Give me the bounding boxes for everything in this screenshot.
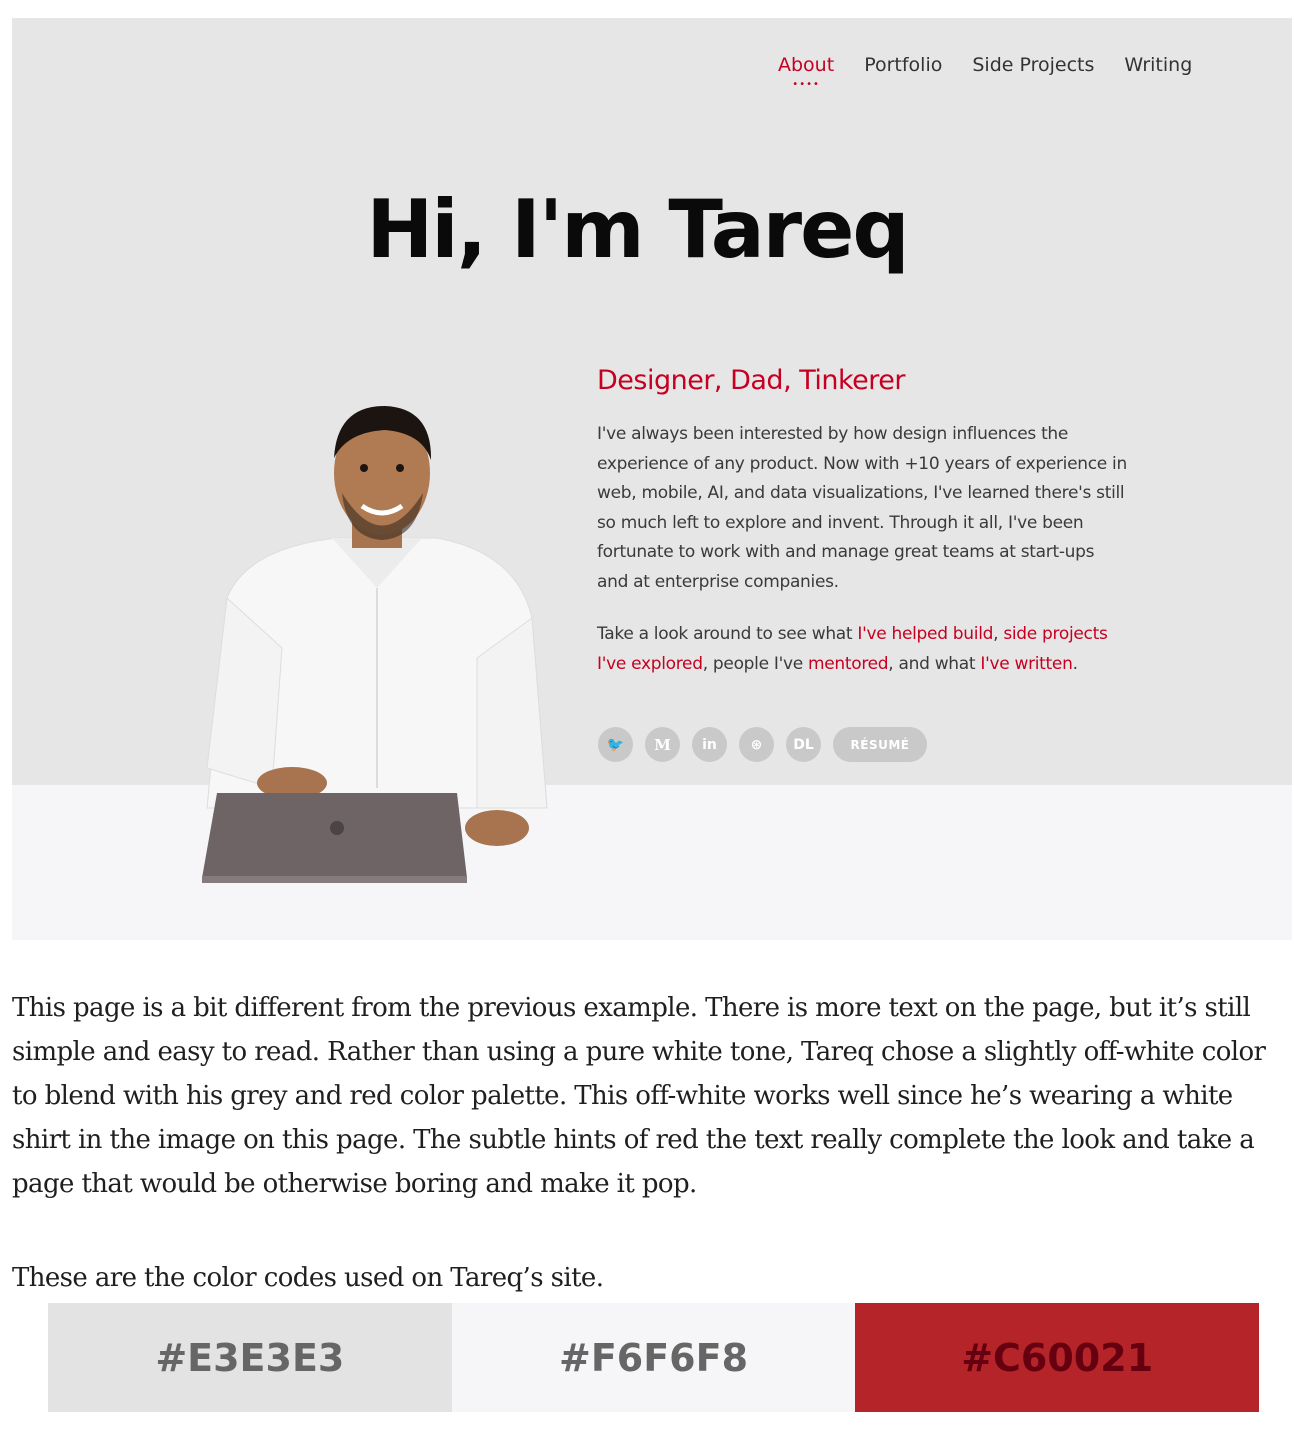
color-swatches: #E3E3E3 #F6F6F8 #C60021 [48,1303,1260,1412]
nav-item-label: Writing [1124,54,1193,76]
resume-button[interactable]: RÉSUMÉ [833,727,927,762]
dribbble-icon[interactable]: ⊛ [739,727,774,762]
tagline: Designer, Dad, Tinkerer [597,365,906,396]
cta-text: , people I've [702,653,808,674]
nav-item-label: Portfolio [864,54,943,76]
twitter-icon[interactable]: 🐦 [598,727,633,762]
nav-item-side-projects[interactable]: Side Projects [972,54,1094,76]
website-screenshot: About •••• Portfolio Side Projects Writi… [12,18,1292,940]
swatch-red: #C60021 [855,1303,1260,1412]
swatch-light-grey: #E3E3E3 [48,1303,452,1412]
dl-icon[interactable]: DL [786,727,821,762]
link-written[interactable]: I've written [980,654,1073,674]
link-mentored[interactable]: mentored [808,654,889,674]
cta-text: , [993,624,1004,644]
portrait-photo [202,406,548,883]
linkedin-icon[interactable]: in [692,727,727,762]
active-indicator-dots: •••• [792,79,820,90]
cta-text: . [1072,653,1078,674]
cta-paragraph: Take a look around to see what I've help… [597,620,1127,679]
medium-icon[interactable]: M [645,727,680,762]
swatch-off-white: #F6F6F8 [451,1303,856,1412]
top-nav: About •••• Portfolio Side Projects Writi… [778,54,1222,90]
cta-text: Take a look around to see what [597,624,858,644]
nav-item-label: About [778,54,835,76]
article-paragraph-colors: These are the color codes used on Tareq’… [12,1263,604,1293]
link-helped-build[interactable]: I've helped build [857,624,993,644]
hero-title: Hi, I'm Tareq [366,183,909,276]
nav-item-label: Side Projects [972,54,1095,76]
nav-item-portfolio[interactable]: Portfolio [864,54,942,76]
nav-item-writing[interactable]: Writing [1124,54,1192,76]
nav-item-about[interactable]: About •••• [778,54,835,90]
article-paragraph: This page is a bit different from the pr… [12,993,1266,1199]
cta-text: , and what [888,653,981,674]
bio-paragraph: I've always been interested by how desig… [597,424,1127,592]
social-links: 🐦 M in ⊛ DL RÉSUMÉ [598,727,927,762]
